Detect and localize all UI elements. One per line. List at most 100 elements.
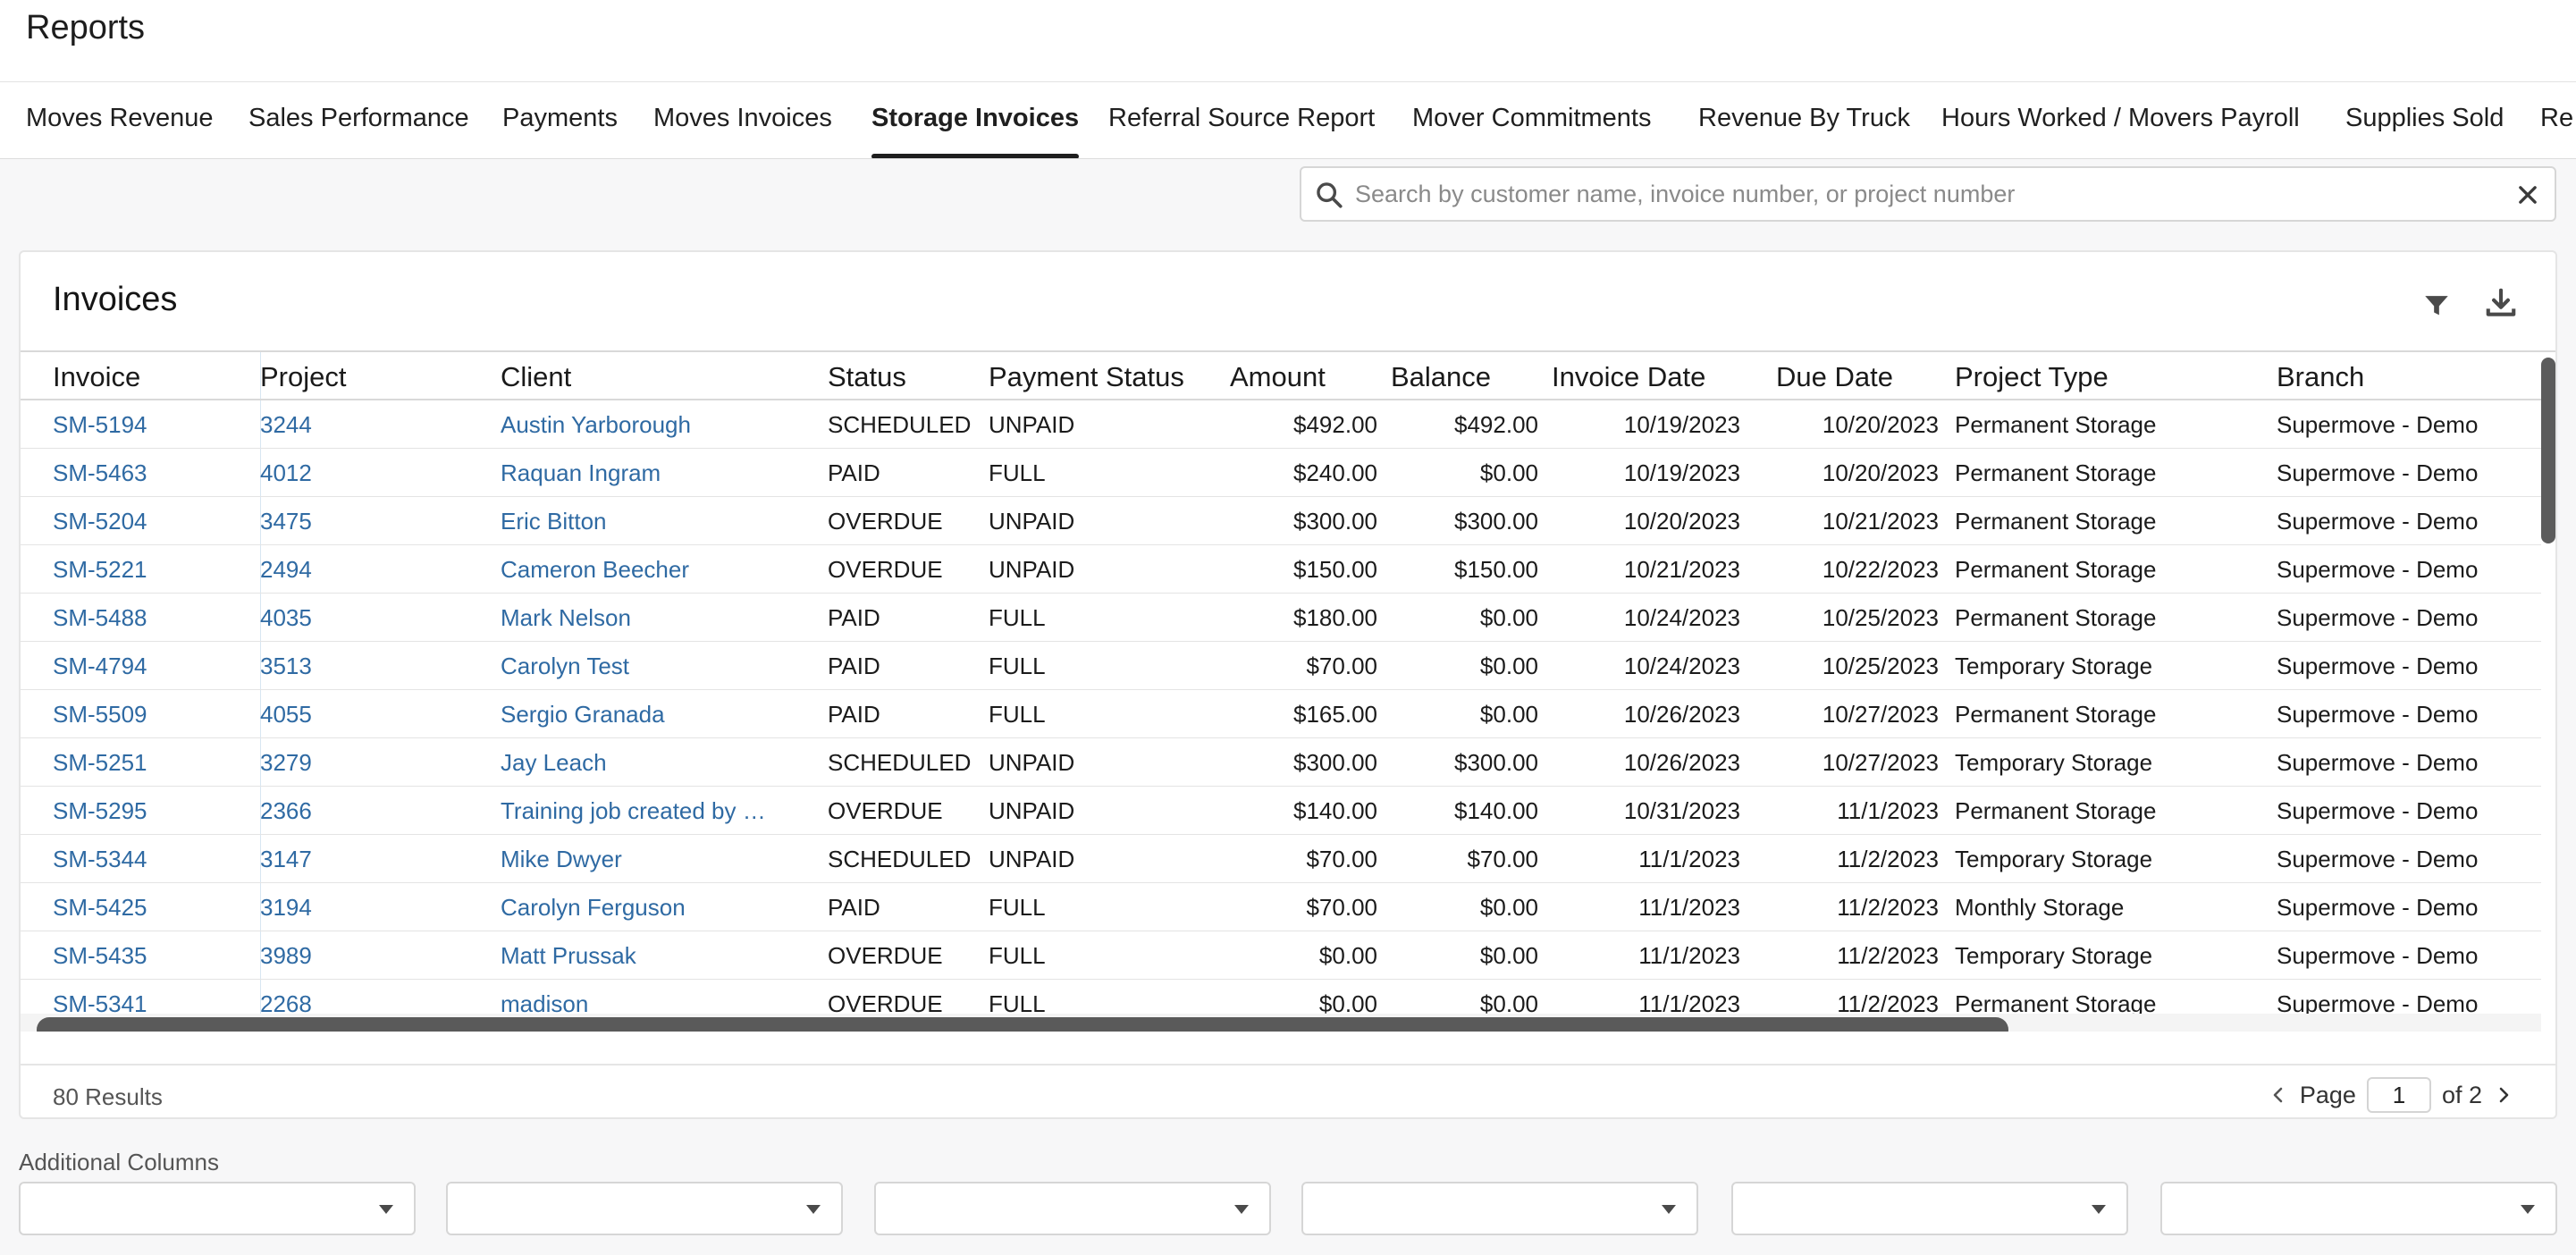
- column-header-client[interactable]: Client: [501, 361, 571, 393]
- invoices-table: Invoice Project Client Status Payment Status…: [21, 350, 2555, 1032]
- search-input[interactable]: [1355, 175, 2481, 213]
- cell-balance: $492.00: [1454, 411, 1538, 438]
- cell-amount: $150.00: [1293, 556, 1377, 583]
- chevron-down-icon: [1234, 1205, 1249, 1214]
- cell-invoice-date: 11/1/2023: [1638, 894, 1740, 921]
- table-footer: 80 Results Page of 2: [21, 1064, 2555, 1117]
- cell-due-date: 10/22/2023: [1822, 556, 1939, 583]
- cell-client[interactable]: Mark Nelson: [501, 604, 788, 632]
- tab-referral-source-report[interactable]: Referral Source Report: [1108, 104, 1375, 158]
- cell-client[interactable]: Carolyn Test: [501, 653, 788, 680]
- column-header-amount[interactable]: Amount: [1230, 361, 1326, 393]
- cell-invoice[interactable]: SM-5251: [53, 749, 249, 777]
- cell-project[interactable]: 3475: [260, 508, 484, 535]
- cell-invoice[interactable]: SM-4794: [53, 653, 249, 680]
- cell-client[interactable]: Cameron Beecher: [501, 556, 788, 584]
- cell-client[interactable]: Austin Yarborough: [501, 411, 788, 439]
- additional-column-select-3[interactable]: [874, 1182, 1271, 1235]
- column-header-project-type[interactable]: Project Type: [1955, 361, 2109, 393]
- cell-payment-status: UNPAID: [989, 411, 1075, 438]
- cell-invoice[interactable]: SM-5344: [53, 846, 249, 873]
- close-icon[interactable]: [2515, 182, 2540, 207]
- tab-moves-revenue[interactable]: Moves Revenue: [26, 104, 214, 158]
- cell-invoice[interactable]: SM-5295: [53, 797, 249, 825]
- tab-sales-performance[interactable]: Sales Performance: [248, 104, 469, 158]
- top-bar: Reports: [0, 0, 2576, 82]
- cell-status: SCHEDULED: [828, 749, 972, 776]
- column-header-due-date[interactable]: Due Date: [1776, 361, 1893, 393]
- tab-truncated[interactable]: Re: [2540, 104, 2573, 158]
- tab-payments[interactable]: Payments: [502, 104, 618, 158]
- cell-project[interactable]: 4035: [260, 604, 484, 632]
- cell-project[interactable]: 3147: [260, 846, 484, 873]
- page-number-input[interactable]: [2366, 1077, 2431, 1113]
- vertical-scrollbar[interactable]: [2541, 358, 2555, 543]
- cell-status: PAID: [828, 459, 880, 486]
- table-row: SM-5251 3279 Jay Leach SCHEDULED UNPAID $300.…: [21, 738, 2541, 787]
- cell-client[interactable]: Carolyn Ferguson: [501, 894, 788, 922]
- cell-invoice[interactable]: SM-5425: [53, 894, 249, 922]
- cell-invoice[interactable]: SM-5194: [53, 411, 249, 439]
- cell-client[interactable]: Matt Prussak: [501, 942, 788, 970]
- additional-column-select-5[interactable]: [1731, 1182, 2128, 1235]
- cell-payment-status: FULL: [989, 894, 1046, 921]
- cell-due-date: 11/2/2023: [1837, 894, 1939, 921]
- cell-invoice[interactable]: SM-5463: [53, 459, 249, 487]
- tab-revenue-by-truck[interactable]: Revenue By Truck: [1698, 104, 1910, 158]
- cell-payment-status: UNPAID: [989, 508, 1075, 535]
- cell-project[interactable]: 4012: [260, 459, 484, 487]
- cell-due-date: 11/1/2023: [1837, 797, 1939, 824]
- cell-client[interactable]: Jay Leach: [501, 749, 788, 777]
- tab-moves-invoices[interactable]: Moves Invoices: [653, 104, 832, 158]
- column-header-balance[interactable]: Balance: [1391, 361, 1491, 393]
- additional-column-select-1[interactable]: [19, 1182, 416, 1235]
- tab-storage-invoices[interactable]: Storage Invoices: [871, 104, 1080, 158]
- cell-client[interactable]: Mike Dwyer: [501, 846, 788, 873]
- cell-client[interactable]: Sergio Granada: [501, 701, 788, 729]
- cell-balance: $0.00: [1479, 459, 1538, 486]
- column-header-payment-status[interactable]: Payment Status: [989, 361, 1184, 393]
- cell-invoice[interactable]: SM-5488: [53, 604, 249, 632]
- filter-icon[interactable]: [2421, 290, 2452, 320]
- cell-branch: Supermove - Demo: [2277, 797, 2479, 824]
- page-label: Page: [2299, 1081, 2356, 1108]
- cell-invoice[interactable]: SM-5435: [53, 942, 249, 970]
- chevron-left-icon[interactable]: [2268, 1084, 2289, 1106]
- cell-project[interactable]: 3244: [260, 411, 484, 439]
- column-header-status[interactable]: Status: [828, 361, 906, 393]
- column-header-project[interactable]: Project: [260, 361, 346, 393]
- cell-amount: $165.00: [1293, 701, 1377, 728]
- cell-project[interactable]: 4055: [260, 701, 484, 729]
- cell-due-date: 11/2/2023: [1837, 846, 1939, 872]
- column-header-branch[interactable]: Branch: [2277, 361, 2364, 393]
- cell-project[interactable]: 3194: [260, 894, 484, 922]
- cell-invoice-date: 10/24/2023: [1623, 653, 1740, 679]
- cell-invoice[interactable]: SM-5509: [53, 701, 249, 729]
- cell-payment-status: FULL: [989, 604, 1046, 631]
- cell-balance: $150.00: [1454, 556, 1538, 583]
- additional-column-select-6[interactable]: [2160, 1182, 2557, 1235]
- tab-supplies-sold[interactable]: Supplies Sold: [2345, 104, 2504, 158]
- tab-mover-commitments[interactable]: Mover Commitments: [1412, 104, 1652, 158]
- download-icon[interactable]: [2484, 286, 2518, 320]
- cell-project[interactable]: 3513: [260, 653, 484, 680]
- horizontal-scrollbar[interactable]: [37, 1017, 2008, 1032]
- cell-project[interactable]: 3989: [260, 942, 484, 970]
- cell-client[interactable]: Raquan Ingram: [501, 459, 788, 487]
- column-header-invoice-date[interactable]: Invoice Date: [1552, 361, 1705, 393]
- tab-hours-worked-movers-payroll[interactable]: Hours Worked / Movers Payroll: [1941, 104, 2300, 158]
- cell-due-date: 10/20/2023: [1822, 411, 1939, 438]
- column-header-invoice[interactable]: Invoice: [53, 361, 140, 393]
- cell-project[interactable]: 3279: [260, 749, 484, 777]
- cell-invoice[interactable]: SM-5221: [53, 556, 249, 584]
- search-box: [1300, 166, 2556, 222]
- cell-client[interactable]: Training job created by …: [501, 797, 788, 825]
- additional-column-select-4[interactable]: [1301, 1182, 1698, 1235]
- additional-column-select-2[interactable]: [446, 1182, 843, 1235]
- cell-client[interactable]: Eric Bitton: [501, 508, 788, 535]
- cell-project[interactable]: 2366: [260, 797, 484, 825]
- table-row: SM-5344 3147 Mike Dwyer SCHEDULED UNPAID $70.…: [21, 835, 2541, 883]
- chevron-right-icon[interactable]: [2493, 1084, 2514, 1106]
- cell-project[interactable]: 2494: [260, 556, 484, 584]
- cell-invoice[interactable]: SM-5204: [53, 508, 249, 535]
